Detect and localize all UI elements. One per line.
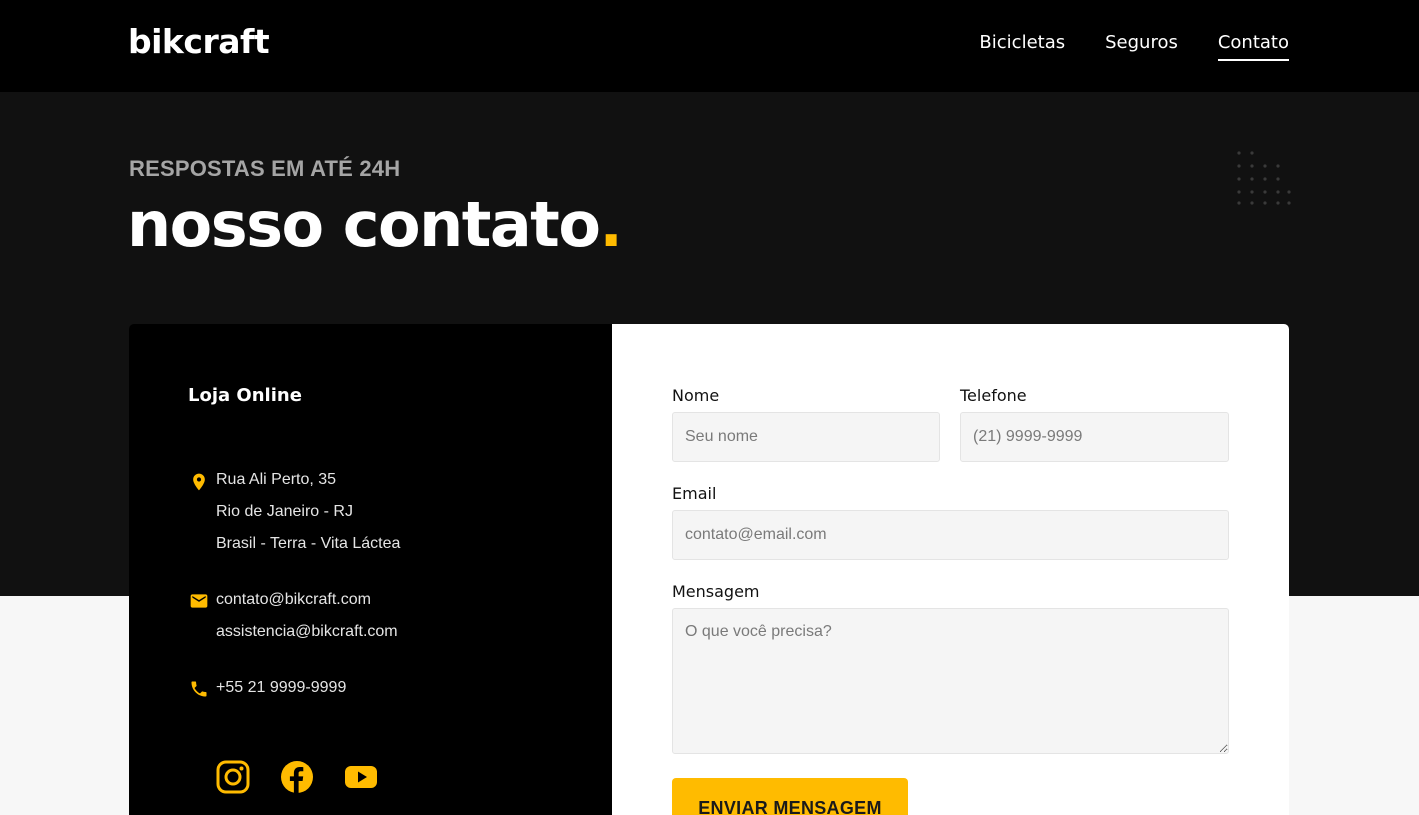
nav-link-seguros[interactable]: Seguros: [1105, 32, 1178, 61]
address-line-3: Brasil - Terra - Vita Láctea: [216, 535, 401, 552]
message-label: Mensagem: [672, 582, 760, 601]
nav-link-bicicletas[interactable]: Bicicletas: [979, 32, 1065, 61]
contact-form: Nome Telefone Email Mensagem ENVIAR MENS…: [612, 324, 1289, 815]
facebook-icon[interactable]: [280, 760, 314, 794]
location-pin-icon: [193, 473, 205, 491]
nav-link-contato[interactable]: Contato: [1217, 32, 1289, 61]
address-line-1: Rua Ali Perto, 35: [216, 471, 337, 488]
email-label: Email: [672, 484, 717, 503]
email-input[interactable]: [672, 510, 1229, 560]
page-title: nosso contato.: [127, 188, 623, 261]
page-title-text: nosso contato: [127, 188, 601, 261]
name-label: Nome: [672, 386, 720, 405]
site-header: bikcraft Bicicletas Seguros Contato: [0, 0, 1419, 92]
instagram-icon[interactable]: [216, 760, 250, 794]
store-title: Loja Online: [188, 385, 302, 406]
mail-icon: [190, 594, 208, 608]
contact-info-panel: Loja Online Rua Ali Perto, 35 Rio de Jan…: [129, 324, 612, 815]
title-dot: .: [599, 188, 623, 261]
name-input[interactable]: [672, 412, 940, 462]
youtube-icon[interactable]: [344, 760, 378, 794]
email-assistencia-link[interactable]: assistencia@bikcraft.com: [216, 623, 398, 641]
message-textarea[interactable]: [672, 608, 1229, 754]
phone-label: Telefone: [960, 386, 1027, 405]
logo-link[interactable]: bikcraft: [128, 22, 270, 61]
email-contato-link[interactable]: contato@bikcraft.com: [216, 591, 371, 609]
contact-card: Loja Online Rua Ali Perto, 35 Rio de Jan…: [129, 324, 1289, 815]
address-line-2: Rio de Janeiro - RJ: [216, 503, 353, 520]
phone-icon: [191, 681, 207, 697]
send-message-button[interactable]: ENVIAR MENSAGEM: [672, 778, 908, 815]
dots-pattern-decoration: [1237, 151, 1291, 205]
main-nav: Bicicletas Seguros Contato: [979, 32, 1289, 61]
phone-input[interactable]: [960, 412, 1229, 462]
phone-link[interactable]: +55 21 9999-9999: [216, 679, 346, 697]
hero-subtitle: RESPOSTAS EM ATÉ 24H: [129, 156, 401, 181]
